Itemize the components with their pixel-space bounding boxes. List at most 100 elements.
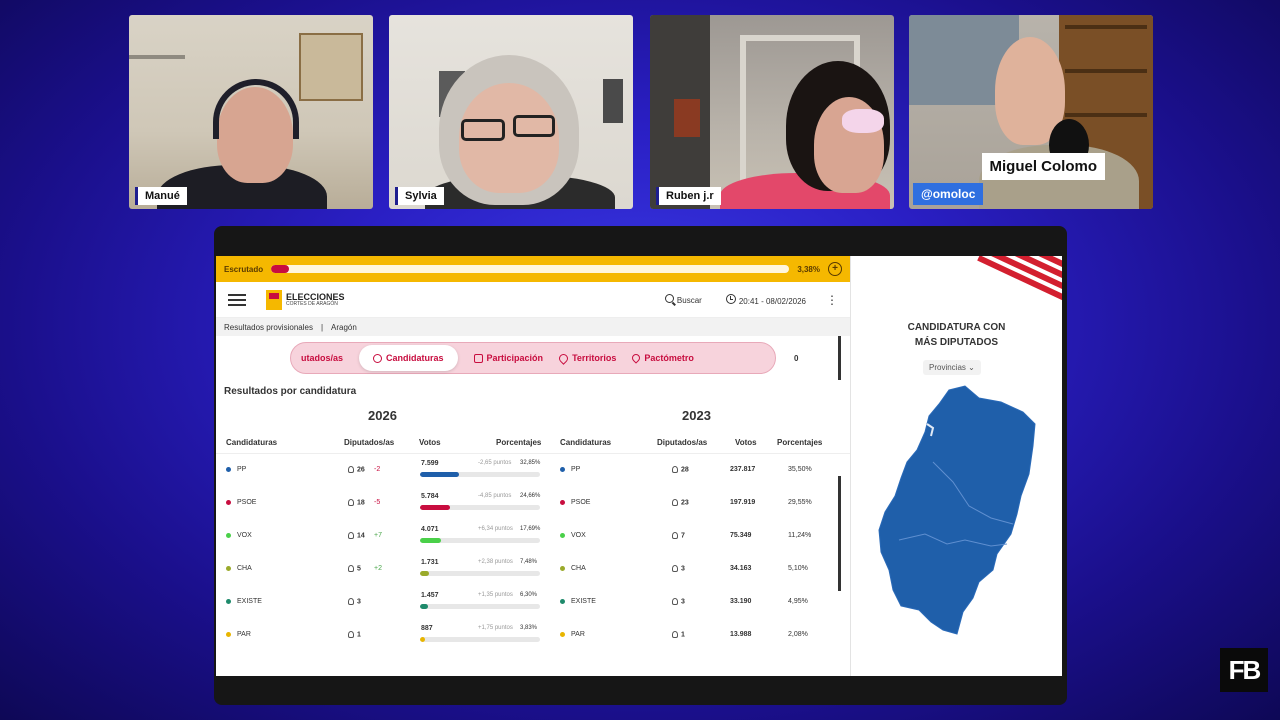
scrollbar-handle[interactable]: [838, 336, 841, 380]
person-icon: [672, 466, 678, 473]
party-name-prev: VOX: [560, 532, 586, 539]
chevron-down-icon: ⌄: [968, 363, 975, 372]
delta-points: -2,65 puntos: [478, 460, 512, 466]
percent-value-prev: 35,50%: [788, 466, 812, 473]
scrutiny-progress-track: [271, 265, 790, 273]
party-color-dot: [560, 532, 565, 538]
breadcrumb-item[interactable]: Resultados provisionales: [224, 323, 313, 332]
person-icon: [672, 565, 678, 572]
breadcrumb-item[interactable]: Aragón: [331, 323, 357, 332]
seat-delta-value: +7: [374, 532, 382, 539]
tab-territorios[interactable]: Territorios: [557, 351, 617, 365]
percent-bar: [420, 472, 540, 477]
aragon-region-shape[interactable]: [878, 385, 1036, 635]
votes-value: 5.784: [421, 493, 439, 500]
clock-icon: [725, 293, 736, 304]
party-name-prev: EXISTE: [560, 598, 596, 605]
percent-bar: [420, 505, 540, 510]
aragon-map[interactable]: [861, 384, 1051, 644]
party-label: PP: [571, 466, 581, 473]
table-row[interactable]: PSOE 18 -5 5.784 -4,85 puntos 24,66% PSO…: [216, 487, 850, 520]
seats-cell: 14: [348, 532, 365, 539]
header-candidaturas: Candidaturas: [226, 438, 278, 447]
party-name: EXISTE: [226, 598, 262, 605]
section-title: Resultados por candidatura: [224, 386, 357, 397]
header-candidaturas-prev: Candidaturas: [560, 438, 612, 447]
party-label: PP: [237, 466, 247, 473]
tab-diputados[interactable]: utados/as: [301, 353, 343, 363]
video-tile-ruben: Ruben j.r: [650, 15, 894, 209]
percent-value: 3,83%: [520, 625, 538, 631]
more-options-icon[interactable]: ⋮: [826, 293, 838, 307]
party-label: CHA: [237, 565, 252, 572]
seat-delta: +2: [374, 565, 382, 572]
percent-value-prev: 5,10%: [788, 565, 808, 572]
scrutiny-label: Escrutado: [224, 264, 264, 274]
person-icon: [348, 466, 354, 473]
seats-cell: 1: [348, 631, 361, 638]
table-row[interactable]: PAR 1 887 +1,75 puntos 3,83% PAR 1 13.98…: [216, 619, 850, 652]
menu-icon[interactable]: [228, 293, 246, 306]
table-row[interactable]: PP 26 -2 7.599 -2,65 puntos 32,85% PP 28…: [216, 454, 850, 487]
years-row: 2026 2023: [216, 402, 850, 430]
delta-points: -4,85 puntos: [478, 493, 512, 499]
percent-bar-fill: [420, 472, 460, 477]
tab-pactometro[interactable]: Pactómetro: [630, 352, 694, 364]
tab-participacion[interactable]: Participación: [473, 353, 543, 363]
person-icon: [348, 631, 354, 638]
search-button[interactable]: Buscar: [664, 294, 702, 305]
search-icon: [664, 294, 674, 303]
scrutiny-percent: 3,38%: [797, 264, 820, 274]
seat-delta: -2: [374, 466, 380, 473]
delta-points: +2,38 puntos: [478, 559, 513, 565]
channel-logo: FB: [1220, 648, 1268, 692]
table-row[interactable]: VOX 14 +7 4.071 +6,34 puntos 17,69% VOX …: [216, 520, 850, 553]
elections-app: Escrutado 3,38% + ELECCIONES CORTES DE A…: [216, 256, 1062, 676]
seats-cell-prev: 7: [672, 532, 685, 539]
percent-value-prev: 4,95%: [788, 598, 808, 605]
party-name-prev: PAR: [560, 631, 585, 638]
tabs-row: utados/as Candidaturas Participación Ter…: [216, 336, 850, 380]
person-icon: [672, 499, 678, 506]
seats-cell-prev: 23: [672, 499, 689, 506]
tab-label: Pactómetro: [644, 353, 694, 363]
elections-logo[interactable]: ELECCIONES CORTES DE ARAGÓN: [266, 289, 345, 310]
table-row[interactable]: CHA 5 +2 1.731 +2,38 puntos 7,48% CHA 3 …: [216, 553, 850, 586]
party-name-prev: PP: [560, 466, 580, 473]
header-diputados: Diputados/as: [344, 438, 395, 447]
expand-plus-icon[interactable]: +: [828, 262, 842, 276]
percent-bar-fill: [420, 571, 429, 576]
results-table-body: PP 26 -2 7.599 -2,65 puntos 32,85% PP 28…: [216, 454, 850, 652]
tabs-side-value: 0: [794, 354, 799, 363]
tab-candidaturas[interactable]: Candidaturas: [359, 345, 458, 371]
seats-value: 3: [357, 598, 361, 606]
party-color-dot: [560, 631, 565, 637]
seats-cell-prev: 1: [672, 631, 685, 638]
video-tile-manue: Manué: [129, 15, 373, 209]
party-color-dot: [226, 598, 231, 604]
header-porcentajes: Porcentajes: [496, 438, 542, 447]
seat-delta-value: -2: [374, 466, 381, 473]
panel-title: CANDIDATURA CON MÁS DIPUTADOS: [851, 320, 1062, 350]
table-row[interactable]: EXISTE 3 1.457 +1,35 puntos 6,30% EXISTE…: [216, 586, 850, 619]
party-name-prev: PSOE: [560, 499, 590, 506]
seats-value: 3: [681, 598, 685, 606]
tab-label: Territorios: [572, 353, 617, 363]
provinces-select[interactable]: Provincias ⌄: [923, 360, 981, 375]
seats-cell-prev: 3: [672, 598, 685, 605]
seats-value: 26: [357, 466, 365, 474]
seats-cell: 26: [348, 466, 365, 473]
location-pin-icon: [557, 351, 570, 365]
person-icon: [348, 565, 354, 572]
party-label: PSOE: [237, 499, 257, 506]
delta-points: +6,34 puntos: [478, 526, 513, 532]
person-icon: [348, 499, 354, 506]
results-main: Escrutado 3,38% + ELECCIONES CORTES DE A…: [216, 256, 850, 676]
table-scrollbar[interactable]: [838, 476, 841, 591]
votes-value-prev: 75.349: [730, 532, 752, 539]
party-label: EXISTE: [237, 598, 262, 605]
votes-value: 7.599: [421, 460, 439, 467]
header-porcentajes-prev: Porcentajes: [777, 438, 823, 447]
party-label: PSOE: [571, 499, 591, 506]
delta-points: +1,35 puntos: [478, 592, 513, 598]
